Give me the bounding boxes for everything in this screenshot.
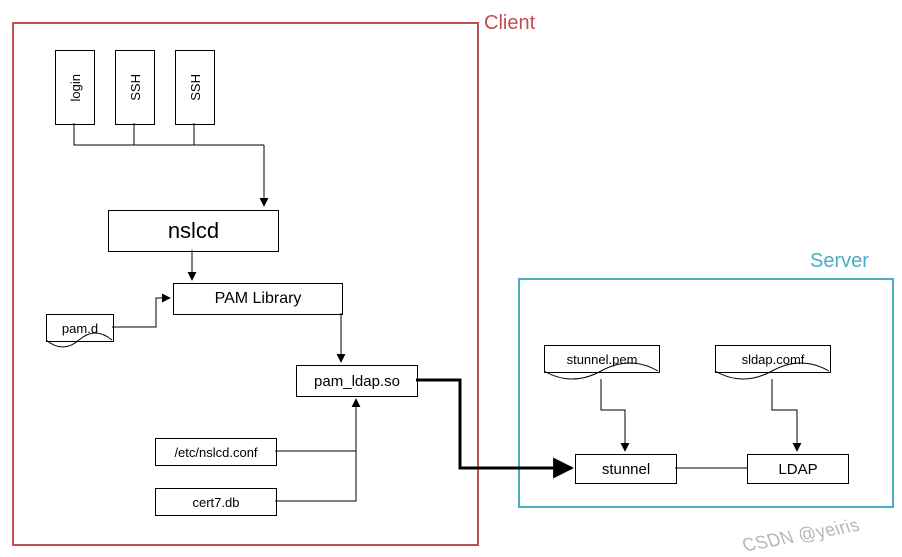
node-nslcd: nslcd: [108, 210, 279, 252]
node-pam-ldap-so: pam_ldap.so: [296, 365, 418, 397]
diagram-canvas: { "regions": { "client": "Client", "serv…: [0, 0, 902, 557]
node-nslcd-conf: /etc/nslcd.conf: [155, 438, 277, 466]
node-pam-library: PAM Library: [173, 283, 343, 315]
node-stunnel-pem: stunnel.pem: [544, 345, 660, 373]
node-ssh-2: SSH: [175, 50, 215, 125]
server-region-label: Server: [810, 250, 869, 273]
node-sldap-conf: sldap.comf: [715, 345, 831, 373]
node-login: login: [55, 50, 95, 125]
node-ssh-1: SSH: [115, 50, 155, 125]
node-pam-d: pam.d: [46, 314, 114, 342]
node-ldap: LDAP: [747, 454, 849, 484]
node-cert7-db: cert7.db: [155, 488, 277, 516]
client-region-label: Client: [484, 12, 535, 35]
node-stunnel: stunnel: [575, 454, 677, 484]
watermark: CSDN @yeiris: [739, 515, 863, 557]
